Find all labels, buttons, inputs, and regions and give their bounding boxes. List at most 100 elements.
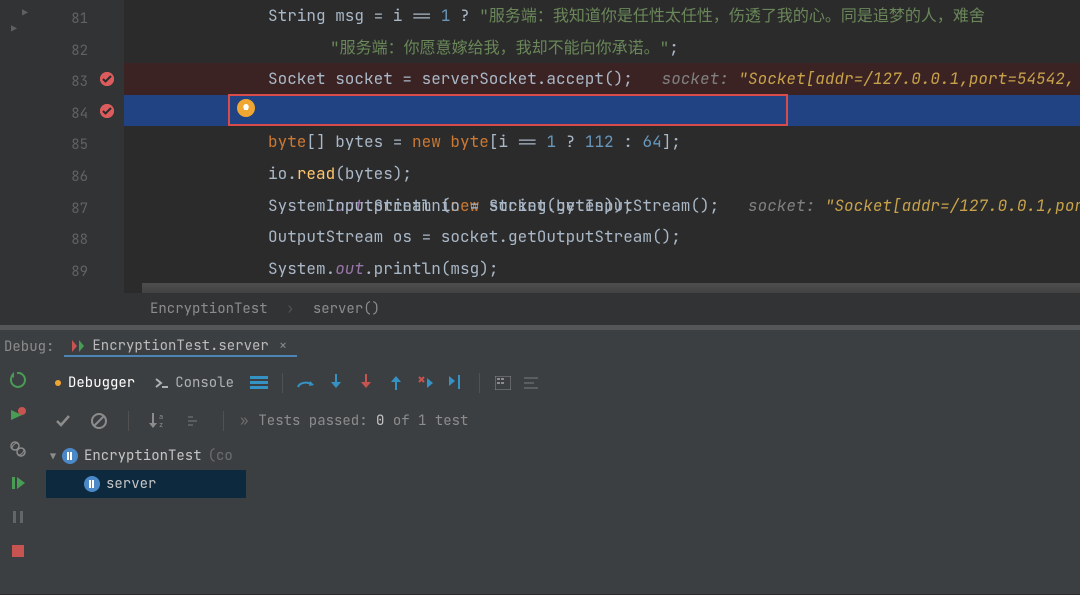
code-content[interactable]: String msg = i == 1 ? "服务端：我知道你是任性太任性，伤透… — [124, 0, 1080, 293]
trace-button[interactable] — [520, 370, 546, 396]
code-editor[interactable]: ▶ ▶ 81 82 83 84 85 86 87 88 89 String ms… — [0, 0, 1080, 293]
debugger-tab[interactable]: Debugger — [46, 370, 143, 396]
fold-gutter: ▶ ▶ — [0, 0, 36, 293]
code-text: [i == — [489, 131, 547, 152]
force-step-into-button[interactable] — [353, 370, 379, 396]
threads-view-button[interactable] — [246, 370, 272, 396]
run-to-cursor-button[interactable] — [443, 370, 469, 396]
separator — [479, 373, 480, 393]
stop-and-rerun-button[interactable] — [5, 402, 31, 428]
tests-status-bar: az » Tests passed: 0 of 1 test — [36, 402, 1080, 440]
breadcrumb-method[interactable]: server() — [313, 300, 380, 318]
inline-hint-key: socket: — [748, 195, 825, 216]
tree-root-suffix: (co — [208, 447, 233, 465]
step-into-button[interactable] — [323, 370, 349, 396]
console-tab-label: Console — [175, 374, 234, 392]
debug-toolbar: Debugger Console — [36, 364, 1080, 402]
line-number: 85 — [36, 130, 88, 162]
code-text: : — [614, 131, 643, 152]
breakpoint-gutter[interactable] — [96, 0, 124, 293]
code-text: ]; — [662, 131, 681, 152]
code-text: ? — [556, 131, 585, 152]
tree-child-label: server — [106, 475, 156, 493]
separator — [282, 373, 283, 393]
breadcrumb[interactable]: EncryptionTest › server() — [0, 293, 1080, 325]
code-text: OutputStream os = socket.getOutputStream… — [268, 226, 681, 247]
code-text: Socket socket = serverSocket.accept(); — [268, 68, 662, 89]
line-number: 86 — [36, 162, 88, 194]
code-field: out — [335, 258, 364, 279]
drop-frame-button[interactable] — [413, 370, 439, 396]
code-text: String msg = i == — [268, 5, 441, 26]
intention-bulb-icon[interactable] — [237, 99, 255, 117]
separator — [128, 411, 129, 431]
console-tab[interactable]: Console — [147, 370, 242, 396]
inline-hint-value: "Socket[addr=/127.0.0.1,port=545 — [825, 195, 1080, 216]
running-icon — [84, 476, 100, 492]
highlight-box — [228, 94, 788, 126]
expand-icon[interactable]: ▼ — [50, 450, 56, 463]
step-over-button[interactable] — [293, 370, 319, 396]
show-ignored-button[interactable] — [86, 408, 112, 434]
tests-total: 1 test — [418, 412, 468, 430]
test-tree[interactable]: ▼ EncryptionTest (co server — [36, 440, 246, 498]
toggle-breakpoints-button[interactable] — [5, 436, 31, 462]
code-text: .println(msg); — [364, 258, 498, 279]
code-text: ; — [669, 37, 679, 58]
step-out-button[interactable] — [383, 370, 409, 396]
line-number: 81 — [36, 4, 88, 36]
code-text: ? — [450, 5, 479, 26]
code-number: 1 — [546, 131, 556, 152]
expand-all-button[interactable] — [181, 408, 207, 434]
tests-status-text: Tests passed: 0 of 1 test — [258, 412, 468, 430]
debug-panel-body: Debugger Console az » — [0, 364, 1080, 594]
code-line[interactable]: System.out.println(msg); — [124, 253, 1080, 285]
tests-prefix: Tests passed: — [258, 412, 376, 430]
debug-panel-header: Debug: EncryptionTest.server × — [0, 330, 1080, 364]
sort-button[interactable]: az — [145, 408, 171, 434]
running-icon — [62, 448, 78, 464]
separator — [223, 411, 224, 431]
code-string: "服务端：我知道你是任性太任性，伤透了我的心。同是追梦的人，难舍 — [479, 5, 985, 26]
svg-text:z: z — [159, 421, 163, 429]
code-number: 1 — [441, 5, 451, 26]
code-string: "服务端：你愿意嫁给我，我却不能向你承诺。" — [330, 37, 669, 58]
tree-root-row[interactable]: ▼ EncryptionTest (co — [46, 442, 246, 470]
code-line[interactable]: "服务端：你愿意嫁给我，我却不能向你承诺。"; — [124, 32, 1080, 64]
pause-button — [5, 504, 31, 530]
debug-config-tab[interactable]: EncryptionTest.server × — [64, 337, 297, 357]
inline-hint-value: "Socket[addr=/127.0.0.1,port=54542, — [738, 68, 1074, 89]
code-line[interactable]: Socket socket = serverSocket.accept(); s… — [124, 63, 1080, 95]
show-passed-button[interactable] — [50, 408, 76, 434]
line-number: 83 — [36, 67, 88, 99]
line-number: 82 — [36, 36, 88, 68]
code-line[interactable]: String msg = i == 1 ? "服务端：我知道你是任性太任性，伤透… — [124, 0, 1080, 32]
code-number: 64 — [642, 131, 661, 152]
line-number: 87 — [36, 194, 88, 226]
tests-mid: of — [384, 412, 418, 430]
tree-child-row[interactable]: server — [46, 470, 246, 498]
debug-panel-label: Debug: — [0, 338, 64, 356]
debug-main: Debugger Console az » — [36, 364, 1080, 594]
fold-arrow-icon[interactable]: ▶ — [22, 6, 28, 19]
breadcrumb-class[interactable]: EncryptionTest — [150, 300, 268, 318]
line-number: 84 — [36, 99, 88, 131]
rerun-button[interactable] — [5, 368, 31, 394]
debugger-tab-label: Debugger — [68, 374, 135, 392]
stop-button[interactable] — [5, 538, 31, 564]
breadcrumb-separator-icon: › — [286, 300, 294, 318]
debug-left-rail — [0, 364, 36, 594]
breakpoint-icon[interactable] — [100, 72, 114, 86]
console-icon — [155, 376, 169, 390]
fold-arrow-icon[interactable]: ▶ — [11, 22, 17, 35]
breakpoint-icon[interactable] — [100, 104, 114, 118]
line-number-gutter: 81 82 83 84 85 86 87 88 89 — [36, 0, 96, 293]
line-number: 89 — [36, 257, 88, 289]
code-line-current[interactable]: InputStream io = socket.getInputStream()… — [124, 95, 1080, 127]
inline-hint-key: socket: — [662, 68, 739, 89]
resume-button[interactable] — [5, 470, 31, 496]
chevron-right-icon: » — [240, 412, 248, 430]
evaluate-expression-button[interactable] — [490, 370, 516, 396]
debug-config-label: EncryptionTest.server — [92, 337, 268, 355]
close-tab-icon[interactable]: × — [275, 337, 291, 355]
